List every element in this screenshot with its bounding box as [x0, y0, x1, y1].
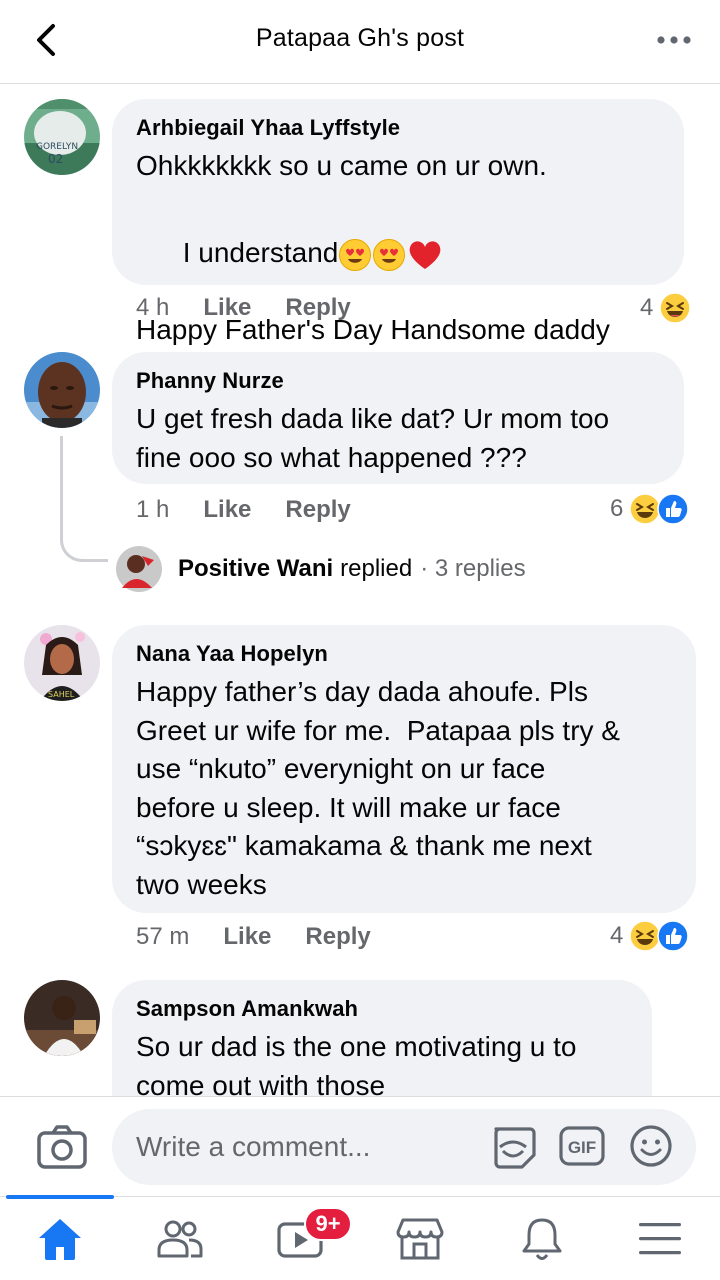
comment-bubble: Arhbiegail Yhaa Lyffstyle Ohkkkkkkk so u… [112, 99, 684, 345]
like-reaction-icon [657, 920, 690, 952]
camera-icon [37, 1125, 87, 1169]
reaction-count: 4 [610, 922, 624, 949]
friends-icon [157, 1220, 203, 1258]
more-dots-icon [657, 36, 691, 44]
avatar-sticker-button[interactable] [490, 1123, 536, 1169]
top-bar: Patapaa Gh's post [0, 0, 720, 84]
camera-button[interactable] [36, 1123, 88, 1171]
reaction-summary[interactable]: 6 [610, 493, 690, 525]
nav-notifications[interactable] [514, 1211, 570, 1267]
comment-input-placeholder: Write a comment... [136, 1131, 371, 1162]
comment-author[interactable]: Sampson Amankwah [136, 996, 628, 1022]
svg-text:02: 02 [48, 152, 63, 166]
nav-menu[interactable] [632, 1211, 688, 1267]
comment-actions: 4 h Like Reply [136, 294, 385, 322]
gif-button[interactable]: GIF [558, 1123, 605, 1169]
page-title: Patapaa Gh's post [255, 24, 465, 52]
comment-time: 4 h [136, 294, 170, 321]
svg-text:GORELYN: GORELYN [36, 142, 78, 152]
comment-composer: Write a comment... GIF [0, 1096, 720, 1196]
comment-actions: 57 m Like Reply [136, 923, 405, 951]
heart-eyes-emoji-icon [339, 238, 372, 271]
more-options-button[interactable] [654, 26, 694, 54]
like-button[interactable]: Like [223, 923, 271, 951]
comment-author[interactable]: Arhbiegail Yhaa Lyffstyle [136, 115, 660, 141]
comment-text: Happy father’s day dada ahoufe. Pls Gree… [136, 676, 620, 900]
bottom-navigation: 9+ [0, 1195, 720, 1280]
marketplace-icon [396, 1218, 444, 1260]
gif-icon: GIF [559, 1126, 605, 1166]
reaction-count: 4 [640, 294, 654, 321]
comment-bubble: Nana Yaa Hopelyn Happy father’s day dada… [112, 625, 696, 913]
home-icon [39, 1219, 81, 1260]
reply-button[interactable]: Reply [305, 923, 370, 951]
avatar[interactable] [24, 980, 100, 1056]
reaction-count: 6 [610, 495, 624, 522]
avatar[interactable]: SAHEL [24, 625, 100, 701]
reaction-summary[interactable]: 4 [610, 920, 690, 952]
smiley-icon [630, 1125, 672, 1167]
comment-time: 1 h [136, 496, 170, 523]
comment-bubble: Sampson Amankwah So ur dad is the one mo… [112, 980, 652, 1096]
like-button[interactable]: Like [203, 294, 251, 322]
avatar[interactable] [24, 352, 100, 428]
thread-connector [60, 436, 108, 562]
comment-text-line: Ohkkkkkkk so u came on ur own. [136, 150, 547, 181]
red-heart-emoji-icon [410, 240, 441, 269]
heart-eyes-emoji-icon [373, 238, 406, 271]
emoji-button[interactable] [628, 1123, 674, 1169]
svg-text:GIF: GIF [568, 1138, 596, 1157]
like-reaction-icon [657, 493, 690, 525]
reply-button[interactable]: Reply [285, 294, 350, 322]
reply-count: · 3 replies [420, 555, 526, 582]
active-tab-indicator [6, 1195, 114, 1199]
notification-badge: 9+ [304, 1207, 352, 1241]
comment-author[interactable]: Phanny Nurze [136, 368, 660, 394]
like-button[interactable]: Like [203, 496, 251, 524]
comments-feed: GORELYN 02 Arhbiegail Yhaa Lyffstyle Ohkk… [0, 84, 720, 1096]
svg-text:SAHEL: SAHEL [48, 690, 75, 699]
nav-marketplace[interactable] [392, 1211, 448, 1267]
avatar [116, 546, 162, 592]
reply-button[interactable]: Reply [285, 496, 350, 524]
haha-reaction-icon [659, 292, 692, 324]
comment-text: U get fresh dada like dat? Ur mom too fi… [136, 403, 610, 473]
comment-bubble: Phanny Nurze U get fresh dada like dat? … [112, 352, 684, 484]
comment-actions: 1 h Like Reply [136, 496, 385, 524]
hamburger-menu-icon [639, 1223, 681, 1255]
view-replies-link[interactable]: Positive Wani replied · 3 replies [116, 546, 526, 592]
comment-input[interactable]: Write a comment... [112, 1109, 696, 1185]
comment-author[interactable]: Nana Yaa Hopelyn [136, 641, 672, 667]
bell-icon [522, 1218, 562, 1260]
reply-action-text: replied [340, 555, 413, 582]
reaction-summary[interactable]: 4 [640, 292, 692, 324]
comment-text-fragment: I understand [182, 237, 339, 268]
avatar-sticker-icon [494, 1127, 536, 1169]
comment-time: 57 m [136, 923, 190, 950]
comment-text: So ur dad is the one motivating u to com… [136, 1031, 577, 1096]
reply-author: Positive Wani [178, 555, 334, 582]
nav-friends[interactable] [152, 1211, 208, 1267]
nav-home[interactable] [32, 1211, 88, 1267]
avatar[interactable]: GORELYN 02 [24, 99, 100, 175]
